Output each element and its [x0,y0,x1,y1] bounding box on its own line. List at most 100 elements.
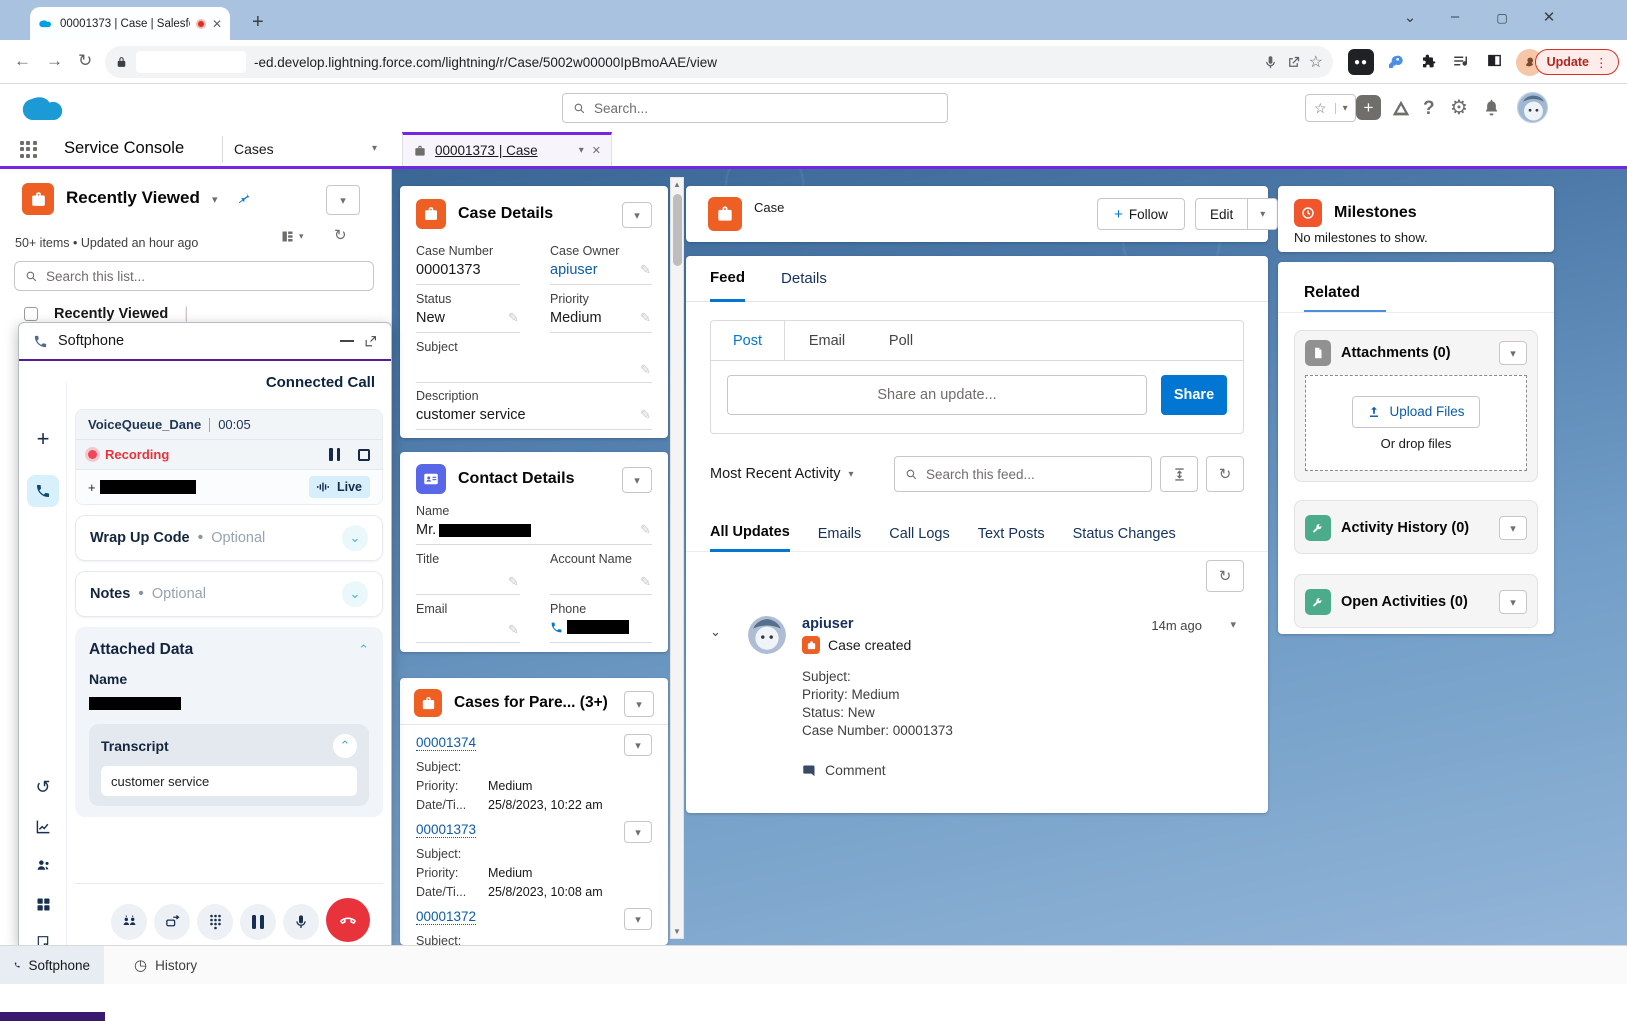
extension-icon-key[interactable] [1382,49,1408,75]
list-actions-button[interactable]: ▾ [326,185,360,215]
workspace-tab-label[interactable]: 00001373 | Case [435,143,571,158]
display-as-button[interactable]: ▾ [280,229,304,244]
setup-gear-icon[interactable]: ⚙ [1450,95,1468,120]
transcript-input[interactable] [101,766,357,796]
trailhead-icon[interactable] [1390,98,1412,120]
reading-list-icon[interactable] [1452,52,1470,70]
recording-pause-icon[interactable] [329,448,340,461]
scroll-up-icon[interactable]: ▲ [671,180,683,189]
app-launcher-icon[interactable] [20,141,37,158]
tab-details[interactable]: Details [781,270,827,287]
share-icon[interactable] [1286,55,1301,70]
filter-text-posts[interactable]: Text Posts [978,526,1045,542]
conference-button[interactable] [111,904,147,940]
feed-author-link[interactable]: apiuser [802,616,854,632]
collapse-chevron-icon[interactable]: ⌃ [333,734,357,758]
card-actions-button[interactable]: ▾ [624,691,654,717]
nav-item-cases[interactable]: Cases [234,141,274,157]
extension-icon-dark[interactable]: ●● [1348,49,1374,75]
favorites-dropdown-icon[interactable]: ▾ [1335,103,1355,114]
edit-pencil-icon[interactable]: ✎ [508,622,519,638]
apps-grid-icon[interactable] [27,888,59,920]
scroll-down-icon[interactable]: ▼ [671,927,683,936]
row-actions-button[interactable]: ▾ [624,908,652,930]
edit-pencil-icon[interactable]: ✎ [640,362,651,378]
feed-avatar[interactable] [748,616,786,654]
stats-icon[interactable] [27,811,59,843]
end-call-button[interactable] [326,898,370,942]
filter-all-updates[interactable]: All Updates [710,516,790,552]
contact-phone-value[interactable] [550,620,629,634]
edit-pencil-icon[interactable]: ✎ [640,262,651,278]
collapse-chevron-icon[interactable]: ⌃ [358,642,369,658]
user-avatar[interactable] [1517,92,1548,123]
new-tab-button[interactable]: + [252,12,264,32]
favorite-star-icon[interactable]: ☆ [1306,100,1335,117]
column-header[interactable]: Recently Viewed [54,306,168,322]
new-call-icon[interactable]: + [27,423,59,455]
forward-button[interactable]: → [46,51,63,71]
notifications-bell-icon[interactable] [1482,98,1501,117]
case-owner-link[interactable]: apiuser [550,262,598,278]
edit-pencil-icon[interactable]: ✎ [508,574,519,590]
case-number-link[interactable]: 00001373 [416,822,476,838]
tab-options-icon[interactable]: ▾ [579,145,584,156]
card-actions-button[interactable]: ▾ [622,467,652,493]
live-badge[interactable]: Live [309,476,370,498]
comment-action[interactable]: Comment [802,762,886,778]
list-search-input[interactable]: Search this list... [14,261,374,291]
active-call-icon[interactable] [27,475,59,507]
feed-list-refresh-button[interactable]: ↻ [1206,560,1244,592]
feed-item-menu-icon[interactable]: ▾ [1230,618,1236,631]
publisher-tab-email[interactable]: Email [785,321,869,361]
card-title[interactable]: Open Activities (0) [1341,594,1468,610]
card-actions-button[interactable]: ▾ [1499,590,1527,614]
chrome-menu-icon[interactable]: ⋮ [1595,55,1608,70]
tab-close-icon[interactable]: ✕ [212,17,222,31]
side-panel-icon[interactable] [1486,52,1503,69]
publisher-tab-poll[interactable]: Poll [869,321,933,361]
edit-dropdown-icon[interactable]: ▾ [1248,198,1278,230]
collapse-item-icon[interactable]: ⌄ [710,624,721,640]
scrollbar-thumb[interactable] [673,194,682,266]
edit-button[interactable]: Edit [1195,198,1248,230]
hold-button[interactable] [240,904,276,940]
list-refresh-icon[interactable]: ↻ [334,226,347,244]
upload-files-button[interactable]: Upload Files [1352,396,1479,428]
select-all-checkbox[interactable] [24,307,38,321]
back-button[interactable]: ← [14,51,31,71]
card-title[interactable]: Activity History (0) [1341,520,1469,536]
window-minimize-button[interactable]: – [1440,8,1470,25]
column-scrollbar[interactable]: ▲ ▼ [670,177,684,939]
edit-pencil-icon[interactable]: ✎ [508,310,519,326]
share-update-input[interactable]: Share an update... [727,375,1147,415]
quick-actions-icon[interactable]: + [1356,95,1381,120]
call-history-icon[interactable]: ↺ [27,771,59,803]
share-button[interactable]: Share [1161,375,1227,415]
recording-stop-icon[interactable] [358,449,370,461]
utility-history-button[interactable]: ◷ History [120,946,211,984]
publisher-tab-post[interactable]: Post [711,321,785,361]
notes-icon[interactable] [27,926,59,945]
favorites-button[interactable]: ☆ ▾ [1305,94,1356,122]
tab-related[interactable]: Related [1304,284,1360,302]
reload-button[interactable]: ↻ [78,51,92,71]
follow-button[interactable]: + Follow [1097,198,1185,230]
mute-button[interactable] [283,904,319,940]
edit-pencil-icon[interactable]: ✎ [640,407,651,423]
card-actions-button[interactable]: ▾ [1499,341,1527,365]
filter-status-changes[interactable]: Status Changes [1073,526,1176,542]
list-selector-icon[interactable]: ▾ [212,193,218,206]
edit-pencil-icon[interactable]: ✎ [640,574,651,590]
tab-feed[interactable]: Feed [710,256,745,302]
softphone-header[interactable]: Softphone [19,323,391,361]
feed-sort-select[interactable]: Most Recent Activity ▾ [710,466,854,482]
list-view-title[interactable]: Recently Viewed [66,188,200,208]
row-actions-button[interactable]: ▾ [624,821,652,843]
help-icon[interactable]: ? [1423,98,1435,120]
transfer-button[interactable] [154,904,190,940]
bookmark-star-icon[interactable]: ☆ [1309,52,1323,72]
card-actions-button[interactable]: ▾ [622,202,652,228]
window-maximize-button[interactable]: ▢ [1487,11,1517,25]
row-actions-button[interactable]: ▾ [624,734,652,756]
